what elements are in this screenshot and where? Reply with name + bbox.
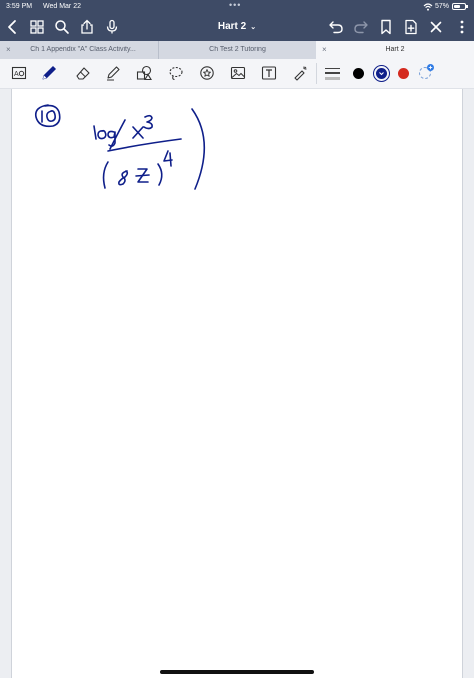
stroke-width-icon[interactable] <box>325 67 340 80</box>
tab-bar: × Ch 1 Appendix "A" Class Activity... Ch… <box>0 41 474 59</box>
tab-hart-2[interactable]: × Hart 2 <box>316 41 474 59</box>
stroke-line-thin <box>325 68 340 69</box>
stroke-line-medium <box>325 72 340 74</box>
battery-percent: 57% <box>435 3 450 10</box>
lasso-icon[interactable] <box>167 64 185 82</box>
color-swatch-blue[interactable] <box>376 68 387 79</box>
plus-icon <box>427 64 434 71</box>
chevron-down-icon <box>379 72 384 76</box>
pen-icon[interactable] <box>40 64 58 82</box>
battery-icon <box>452 3 468 10</box>
chevron-down-icon: ⌄ <box>250 24 257 31</box>
svg-text:A: A <box>14 71 19 78</box>
redo-icon[interactable] <box>352 18 370 36</box>
color-swatch-red[interactable] <box>398 68 409 79</box>
status-time: 3:59 PM <box>6 3 33 10</box>
shapes-icon[interactable] <box>135 64 153 82</box>
close-icon[interactable] <box>427 18 445 36</box>
tab-label: Ch Test 2 Tutoring <box>209 46 266 53</box>
handwritten-math-expression <box>34 104 206 190</box>
canvas-area[interactable] <box>0 89 474 678</box>
undo-icon[interactable] <box>327 18 345 36</box>
multitasking-dots[interactable]: ••• <box>229 0 241 10</box>
sticker-icon[interactable] <box>198 64 216 82</box>
add-color-button[interactable] <box>419 64 434 79</box>
status-date: Wed Mar 22 <box>43 3 81 10</box>
navigation-bar: Hart 2 ⌄ <box>0 14 474 41</box>
lasso-text-icon[interactable]: A <box>10 64 28 82</box>
image-icon[interactable] <box>229 64 247 82</box>
highlighter-icon[interactable] <box>104 64 122 82</box>
tab-ch1-appendix[interactable]: × Ch 1 Appendix "A" Class Activity... <box>0 41 158 59</box>
tab-label: Hart 2 <box>385 46 405 53</box>
laser-pointer-icon[interactable] <box>291 64 309 82</box>
tool-bar: A <box>0 59 474 89</box>
battery-fill <box>454 5 460 8</box>
battery-tip <box>466 5 468 8</box>
tab-label: Ch 1 Appendix "A" Class Activity... <box>30 46 136 53</box>
color-swatch-black[interactable] <box>353 68 364 79</box>
status-bar: 3:59 PM Wed Mar 22 ••• 57% <box>0 0 474 14</box>
more-icon[interactable] <box>453 18 471 36</box>
tab-ch-test-2-tutoring[interactable]: Ch Test 2 Tutoring <box>159 41 316 59</box>
note-page[interactable] <box>11 89 463 678</box>
add-page-icon[interactable] <box>402 18 420 36</box>
text-box-icon[interactable] <box>260 64 278 82</box>
toolbar-divider <box>316 63 317 84</box>
color-swatch-selected-ring[interactable] <box>373 65 390 82</box>
eraser-icon[interactable] <box>74 64 92 82</box>
home-indicator[interactable] <box>160 670 314 674</box>
stroke-line-thick <box>325 77 340 80</box>
bookmark-icon[interactable] <box>377 18 395 36</box>
document-title-text: Hart 2 <box>217 21 247 32</box>
wifi-icon <box>423 3 433 11</box>
